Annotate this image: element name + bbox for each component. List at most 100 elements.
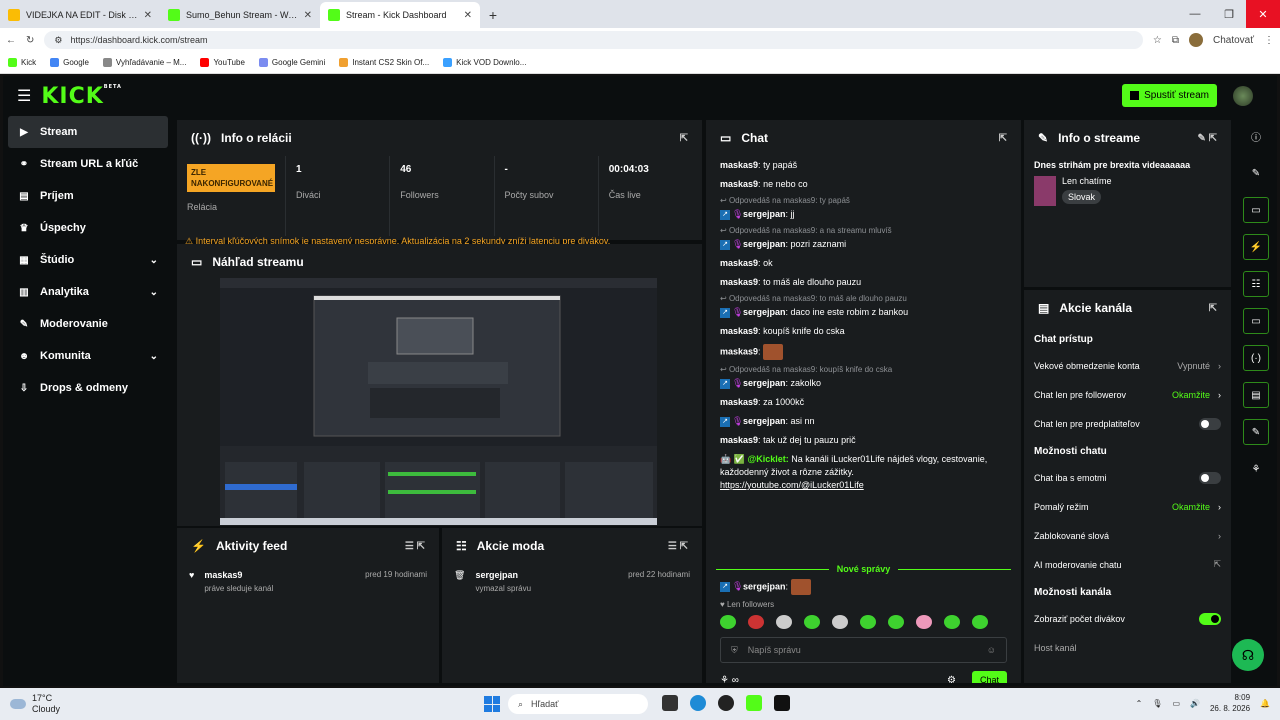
weather-widget[interactable]: 17°C Cloudy bbox=[10, 693, 60, 715]
bookmark-search[interactable]: Vyhľadávanie – M... bbox=[102, 58, 186, 68]
subscribers-only-toggle[interactable] bbox=[1199, 417, 1221, 430]
subscribers-only-row[interactable]: Chat len pre predplatiteľov bbox=[1024, 409, 1231, 438]
stream-preview-video[interactable] bbox=[220, 278, 657, 525]
sidebar-item-moderation[interactable]: ✎ Moderovanie bbox=[8, 308, 168, 340]
close-window-icon[interactable]: ✕ bbox=[1246, 0, 1280, 28]
bookmark-cs2[interactable]: Instant CS2 Skin Of... bbox=[339, 58, 429, 68]
clock[interactable]: 8:09 26. 8. 2026 bbox=[1210, 692, 1250, 714]
start-stream-button[interactable]: Spustiť stream bbox=[1122, 84, 1217, 107]
bookmark-youtube[interactable]: YouTube bbox=[200, 58, 245, 68]
hamburger-icon[interactable]: ☰ bbox=[17, 86, 31, 106]
mod-badge-icon: ↗ bbox=[720, 416, 730, 427]
host-channel-row[interactable]: Host kanál bbox=[1024, 633, 1231, 662]
sidebar-item-drops[interactable]: ⇩ Drops & odmeny bbox=[8, 372, 168, 404]
chat-input[interactable]: ⛨ Napíš správu ☺ bbox=[720, 637, 1007, 663]
sidebar-item-analytics[interactable]: ▥ Analytika ⌄ bbox=[8, 276, 168, 308]
filter-icon[interactable]: ☰ ⇱ bbox=[668, 541, 688, 552]
new-messages-divider[interactable]: Nové správy bbox=[706, 562, 1021, 576]
bookmark-gemini[interactable]: Google Gemini bbox=[258, 58, 325, 68]
profile-label[interactable]: Chatovať bbox=[1213, 35, 1254, 46]
obs-icon[interactable] bbox=[718, 695, 734, 711]
taskbar-search[interactable]: ⌕ Hľadať bbox=[508, 694, 648, 714]
url-field[interactable]: ⚙ https://dashboard.kick.com/stream bbox=[44, 31, 1143, 49]
emotes-only-toggle[interactable] bbox=[1199, 471, 1221, 484]
send-chat-button[interactable]: Chat bbox=[971, 671, 1007, 683]
chevron-up-icon[interactable]: ⌃ bbox=[1136, 699, 1143, 708]
chat-icon[interactable]: ▭ bbox=[1243, 308, 1269, 334]
list-item: 🗑 sergejpan vymazal správu pred 22 hodinami bbox=[454, 570, 690, 593]
menu-icon[interactable]: ⋮ bbox=[1264, 35, 1274, 46]
maximize-icon[interactable]: ❐ bbox=[1212, 0, 1246, 28]
edge-icon[interactable] bbox=[690, 695, 706, 711]
chevron-right-icon: › bbox=[1218, 501, 1221, 512]
kick-logo[interactable]: KICKBETA bbox=[41, 84, 122, 109]
popout-icon[interactable]: ⇱ bbox=[680, 133, 688, 144]
site-info-icon[interactable]: ⚙ bbox=[54, 35, 62, 46]
star-icon[interactable]: ☆ bbox=[1153, 35, 1162, 46]
ai-moderation-row[interactable]: AI moderovanie chatu ⇱ bbox=[1024, 550, 1231, 579]
close-tab-icon[interactable]: ✕ bbox=[464, 10, 472, 21]
show-viewers-row[interactable]: Zobraziť počet divákov bbox=[1024, 604, 1231, 633]
broadcast-icon[interactable]: (·) bbox=[1243, 345, 1269, 371]
mic-icon[interactable]: 🎙 bbox=[1152, 699, 1162, 708]
browser-tab-3[interactable]: Stream - Kick Dashboard ✕ bbox=[320, 2, 480, 28]
browser-tab-1[interactable]: VIDEJKA NA EDIT - Disk Google✕ bbox=[0, 2, 160, 28]
heart-icon: ♥ bbox=[189, 570, 195, 580]
volume-icon[interactable]: 🔊 bbox=[1190, 699, 1200, 708]
preview-toggle-icon[interactable]: ▭ bbox=[1243, 197, 1269, 223]
sidebar-item-studio[interactable]: ▦ Štúdio ⌄ bbox=[8, 244, 168, 276]
new-tab-button[interactable]: + bbox=[480, 2, 506, 28]
bookmark-kickvod[interactable]: Kick VOD Downlo... bbox=[443, 58, 526, 68]
info-icon[interactable]: ⓘ bbox=[1243, 123, 1269, 149]
show-viewers-toggle[interactable] bbox=[1199, 612, 1221, 625]
sidebar-item-achievements[interactable]: ♛ Úspechy bbox=[8, 212, 168, 244]
monitor-icon[interactable]: ▭ bbox=[1172, 699, 1180, 708]
close-tab-icon[interactable]: ✕ bbox=[144, 10, 152, 21]
capcut-icon[interactable] bbox=[774, 695, 790, 711]
user-avatar[interactable] bbox=[1233, 86, 1253, 106]
wrench-icon[interactable]: ✎ bbox=[1243, 419, 1269, 445]
chevron-down-icon: ⌄ bbox=[149, 350, 158, 362]
minimize-icon[interactable]: — bbox=[1178, 0, 1212, 28]
browser-tab-2[interactable]: Sumo_Behun Stream - Watch ✕ bbox=[160, 2, 320, 28]
bot-link[interactable]: https://youtube.com/@iLucker01Life bbox=[720, 480, 864, 490]
filter-icon[interactable]: ☰ ⇱ bbox=[405, 541, 425, 552]
support-chat-button[interactable]: ☊ bbox=[1232, 639, 1264, 671]
emotes-only-row[interactable]: Chat iba s emotmi bbox=[1024, 463, 1231, 492]
settings-link-icon[interactable]: ⚘ ∞ bbox=[720, 675, 739, 684]
sidebar-item-stream-url[interactable]: ⚭ Stream URL a kľúč bbox=[8, 148, 168, 180]
window-controls: — ❐ ✕ bbox=[1178, 0, 1280, 28]
edit-icon[interactable]: ✎ bbox=[1243, 160, 1269, 186]
activity-feed-panel: ⚡ Aktivity feed ☰ ⇱ ♥ maskas9 práve sleduje … bbox=[177, 528, 439, 683]
close-tab-icon[interactable]: ✕ bbox=[304, 10, 312, 21]
shapes-icon[interactable]: ⚘ bbox=[1243, 456, 1269, 482]
system-tray: ⌃ 🎙 ▭ 🔊 8:09 26. 8. 2026 🔔 bbox=[1136, 692, 1270, 714]
lightning-icon[interactable]: ⚡ bbox=[1243, 234, 1269, 260]
extensions-icon[interactable]: ⧉ bbox=[1172, 35, 1179, 46]
age-restriction-row[interactable]: Vekové obmedzenie konta Vypnuté › bbox=[1024, 351, 1231, 380]
kick-app-icon[interactable] bbox=[746, 695, 762, 711]
blocked-words-row[interactable]: Zablokované slová › bbox=[1024, 521, 1231, 550]
channel-icon[interactable]: ▤ bbox=[1243, 382, 1269, 408]
gear-icon[interactable]: ⚙ bbox=[947, 675, 956, 684]
popout-icon[interactable]: ⇱ bbox=[999, 133, 1007, 144]
sidebar-item-community[interactable]: ☻ Komunita ⌄ bbox=[8, 340, 168, 372]
bookmark-google[interactable]: Google bbox=[50, 58, 89, 68]
sidebar-item-income[interactable]: ▤ Príjem bbox=[8, 180, 168, 212]
windows-start-icon[interactable] bbox=[484, 696, 500, 712]
task-view-icon[interactable] bbox=[662, 695, 678, 711]
slow-mode-row[interactable]: Pomalý režim Okamžite › bbox=[1024, 492, 1231, 521]
notifications-icon[interactable]: 🔔 bbox=[1260, 699, 1270, 708]
sidebar-item-stream[interactable]: ▶ Stream bbox=[8, 116, 168, 148]
back-icon[interactable]: ← bbox=[6, 35, 16, 46]
profile-avatar[interactable] bbox=[1189, 33, 1203, 47]
emote-row[interactable] bbox=[706, 611, 1021, 633]
reload-icon[interactable]: ↻ bbox=[26, 35, 34, 46]
list-icon[interactable]: ☷ bbox=[1243, 271, 1269, 297]
edit-icon[interactable]: ✎ ⇱ bbox=[1197, 133, 1217, 144]
chat-message: ↗ 🎙sergejpan: bbox=[706, 576, 1021, 598]
followers-only-row[interactable]: Chat len pre followerov Okamžite › bbox=[1024, 380, 1231, 409]
section-channel-options: Možnosti kanála bbox=[1034, 587, 1112, 598]
popout-icon[interactable]: ⇱ bbox=[1209, 303, 1217, 314]
bookmark-kick[interactable]: Kick bbox=[8, 58, 36, 68]
